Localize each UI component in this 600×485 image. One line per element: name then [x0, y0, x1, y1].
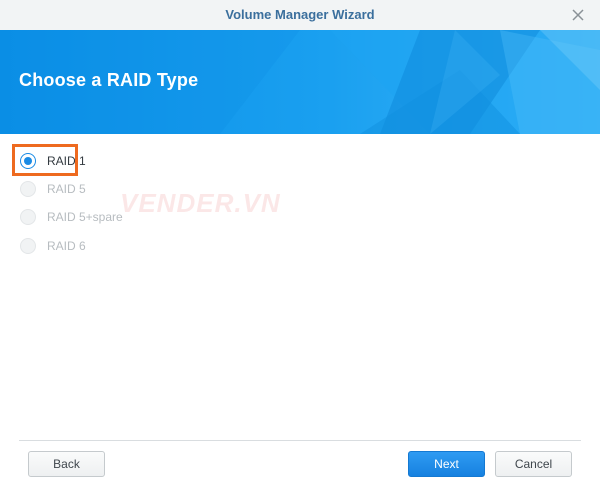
close-button[interactable]: [568, 5, 588, 25]
raid-option-raid6: RAID 6: [20, 236, 86, 256]
next-button[interactable]: Next: [408, 451, 485, 477]
raid-option-raid1[interactable]: RAID 1: [20, 151, 86, 171]
radio-button-disabled: [20, 209, 36, 225]
radio-button-disabled: [20, 181, 36, 197]
radio-button-selected[interactable]: [20, 153, 36, 169]
raid-option-raid5-spare: RAID 5+spare: [20, 207, 123, 227]
raid-option-raid5: RAID 5: [20, 179, 86, 199]
window-title: Volume Manager Wizard: [225, 7, 375, 22]
header-banner: Choose a RAID Type: [0, 30, 600, 134]
raid-option-label: RAID 1: [47, 154, 86, 168]
back-button[interactable]: Back: [28, 451, 105, 477]
cancel-button[interactable]: Cancel: [495, 451, 572, 477]
footer-divider: [19, 440, 581, 441]
radio-button-disabled: [20, 238, 36, 254]
close-icon: [572, 9, 584, 21]
watermark: VENDER.VN: [120, 188, 281, 218]
raid-option-label: RAID 5+spare: [47, 210, 123, 224]
page-title: Choose a RAID Type: [19, 70, 199, 90]
raid-option-label: RAID 5: [47, 182, 86, 196]
volume-manager-wizard-dialog: Volume Manager Wizard Choose a RAID Type…: [0, 0, 600, 485]
title-bar: Volume Manager Wizard: [0, 0, 600, 31]
raid-option-label: RAID 6: [47, 239, 86, 253]
